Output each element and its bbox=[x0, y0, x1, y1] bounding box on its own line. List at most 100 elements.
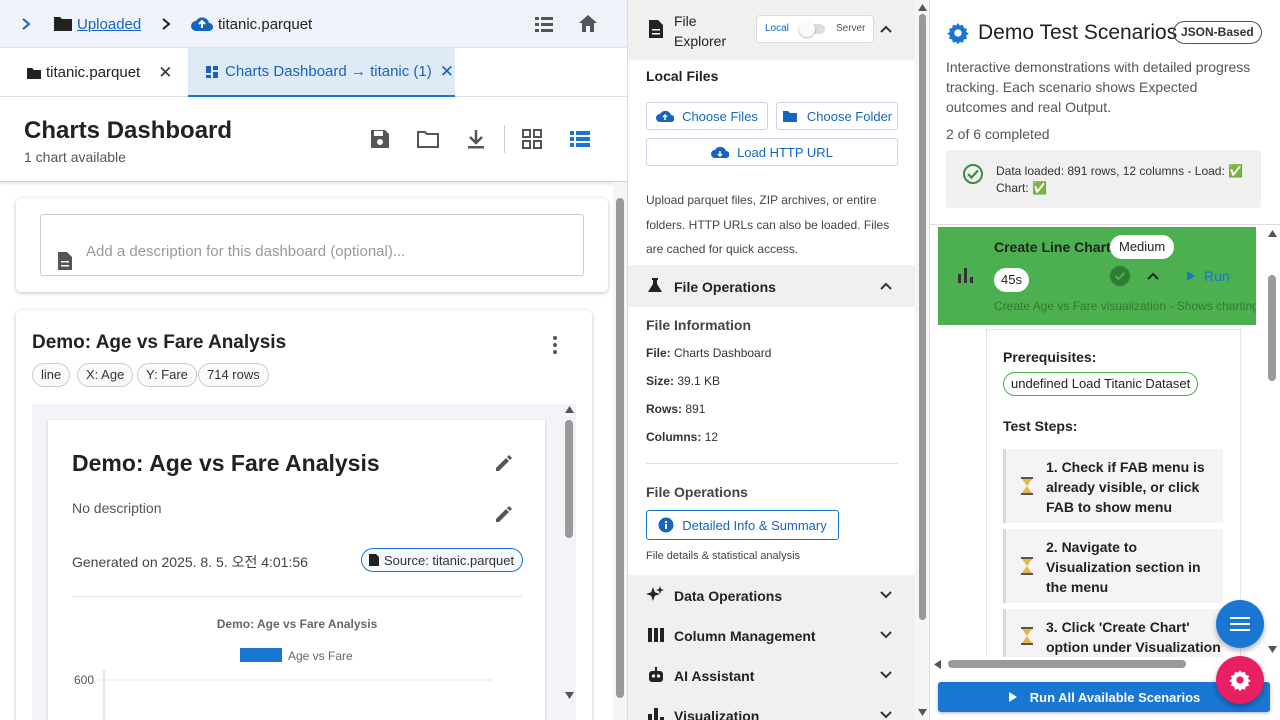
folder-icon bbox=[782, 110, 797, 122]
columns-icon bbox=[648, 628, 664, 642]
home-icon[interactable] bbox=[578, 14, 598, 33]
scrollbar-thumb[interactable] bbox=[616, 198, 624, 698]
file-operations-header[interactable]: File Operations bbox=[628, 265, 915, 307]
detailed-info-caption: File details & statistical analysis bbox=[646, 550, 801, 562]
grid-view-icon[interactable] bbox=[520, 127, 544, 151]
breadcrumb-uploaded-link[interactable]: Uploaded bbox=[77, 16, 141, 33]
scrollbar-thumb[interactable] bbox=[1268, 275, 1276, 381]
run-scenario-button[interactable]: Run bbox=[1174, 261, 1242, 291]
chevron-down-icon[interactable] bbox=[878, 587, 894, 603]
local-files-title: Local Files bbox=[646, 68, 719, 84]
scroll-down-icon[interactable] bbox=[565, 692, 574, 699]
sparkle-icon bbox=[646, 586, 664, 601]
scrollbar-thumb[interactable] bbox=[919, 14, 926, 620]
chevron-up-icon[interactable] bbox=[878, 278, 894, 294]
json-based-badge: JSON-Based bbox=[1173, 21, 1262, 44]
chart-preview-area: Demo: Age vs Fare Analysis No descriptio… bbox=[32, 404, 576, 720]
scroll-down-icon[interactable] bbox=[1268, 646, 1277, 653]
local-server-toggle[interactable]: Local Server bbox=[756, 15, 874, 43]
scrollbar-thumb[interactable] bbox=[948, 660, 1186, 668]
save-icon[interactable] bbox=[368, 127, 392, 151]
breadcrumb-file: titanic.parquet bbox=[218, 16, 313, 33]
column-management-title: Column Management bbox=[674, 628, 816, 644]
file-columns-row: Columns: 12 bbox=[646, 430, 719, 444]
chip-y-axis: Y: Fare bbox=[137, 363, 197, 387]
difficulty-badge: Medium bbox=[1110, 235, 1175, 259]
toggle-local-label: Local bbox=[765, 23, 789, 34]
tab-close-icon[interactable]: ✕ bbox=[440, 62, 454, 82]
scroll-up-icon[interactable] bbox=[1268, 230, 1277, 237]
scroll-up-icon[interactable] bbox=[918, 4, 927, 11]
play-icon bbox=[1008, 692, 1017, 702]
chevron-up-icon[interactable] bbox=[1146, 271, 1160, 281]
test-step: 1. Check if FAB menu is already visible,… bbox=[1003, 449, 1223, 523]
scrollbar-thumb[interactable] bbox=[565, 420, 573, 538]
check-circle-icon bbox=[963, 164, 983, 184]
scrollbar[interactable] bbox=[562, 404, 576, 704]
description-placeholder: Add a description for this dashboard (op… bbox=[86, 243, 406, 260]
scrollbar[interactable] bbox=[915, 0, 929, 720]
description-input[interactable]: Add a description for this dashboard (op… bbox=[40, 214, 584, 276]
file-operations-title: File Operations bbox=[674, 279, 776, 295]
cloud-download-icon bbox=[711, 146, 730, 158]
panel-intro: Interactive demonstrations with detailed… bbox=[946, 59, 1251, 115]
folder-open-icon[interactable] bbox=[416, 127, 440, 151]
horizontal-scrollbar[interactable] bbox=[930, 657, 1265, 671]
play-icon bbox=[1187, 271, 1195, 281]
scenario-card-create-line-chart[interactable]: Create Line Chart Medium 45s Run Create … bbox=[938, 227, 1256, 325]
hourglass-icon bbox=[1021, 557, 1033, 575]
edit-icon[interactable] bbox=[494, 504, 514, 524]
scroll-up-icon[interactable] bbox=[565, 406, 574, 413]
file-information-title: File Information bbox=[646, 317, 751, 333]
edit-icon[interactable] bbox=[494, 453, 514, 473]
scrollbar[interactable] bbox=[613, 182, 627, 720]
prerequisites-title: Prerequisites: bbox=[1003, 349, 1097, 365]
test-step-text: 1. Check if FAB menu is already visible,… bbox=[1046, 459, 1205, 515]
download-icon[interactable] bbox=[464, 127, 488, 151]
tab-titanic-parquet[interactable]: titanic.parquet ✕ bbox=[0, 48, 188, 97]
file-name-row: File: Charts Dashboard bbox=[646, 346, 772, 360]
visualization-header[interactable]: Visualization bbox=[628, 695, 915, 720]
detailed-info-button[interactable]: Detailed Info & Summary bbox=[646, 510, 839, 540]
chevron-down-icon[interactable] bbox=[878, 667, 894, 683]
load-http-url-button[interactable]: Load HTTP URL bbox=[646, 138, 898, 166]
left-panel: Uploaded titanic.parquet titanic.parquet… bbox=[0, 0, 628, 720]
tab-label: titanic.parquet bbox=[46, 64, 141, 81]
ai-assistant-header[interactable]: AI Assistant bbox=[628, 655, 915, 695]
scroll-down-icon[interactable] bbox=[918, 709, 927, 716]
tab-charts-dashboard[interactable]: Charts Dashboard → titanic (1) ✕ bbox=[188, 48, 455, 97]
scrollbar[interactable] bbox=[1265, 225, 1280, 657]
choose-files-button[interactable]: Choose Files bbox=[646, 102, 768, 130]
chevron-down-icon[interactable] bbox=[878, 707, 894, 720]
chip-chart-type: line bbox=[32, 363, 71, 387]
chart-card: Demo: Age vs Fare Analysis line X: Age Y… bbox=[16, 310, 592, 720]
scroll-left-icon[interactable] bbox=[934, 660, 941, 669]
file-explorer-header: File Explorer Local Server bbox=[628, 0, 915, 60]
chevron-down-icon[interactable] bbox=[878, 627, 894, 643]
data-operations-title: Data Operations bbox=[674, 588, 783, 604]
column-management-header[interactable]: Column Management bbox=[628, 615, 915, 655]
data-operations-header[interactable]: Data Operations bbox=[628, 575, 915, 615]
duration-badge: 45s bbox=[994, 268, 1029, 292]
document-icon bbox=[369, 554, 379, 566]
report-description: No description bbox=[72, 500, 162, 516]
tab-close-icon[interactable]: ✕ bbox=[158, 63, 172, 83]
page-title: Charts Dashboard bbox=[24, 117, 233, 144]
choose-folder-button[interactable]: Choose Folder bbox=[776, 102, 898, 130]
chevron-up-icon[interactable] bbox=[878, 21, 894, 37]
check-circle-icon bbox=[1110, 266, 1130, 286]
test-steps-title: Test Steps: bbox=[1003, 418, 1078, 434]
dashboard-header: Charts Dashboard 1 chart available bbox=[0, 97, 627, 182]
document-icon bbox=[58, 252, 72, 270]
dashboard-icon bbox=[206, 65, 218, 78]
more-vert-icon[interactable] bbox=[552, 335, 558, 355]
chart-count: 1 chart available bbox=[24, 149, 126, 165]
legend-swatch bbox=[240, 648, 282, 662]
fab-settings-button[interactable] bbox=[1216, 656, 1264, 704]
list-view-icon[interactable] bbox=[568, 127, 592, 151]
list-view-icon[interactable] bbox=[534, 15, 554, 33]
fab-menu-button[interactable] bbox=[1216, 600, 1264, 648]
toggle-thumb[interactable] bbox=[799, 21, 815, 37]
chevron-right-icon[interactable] bbox=[20, 17, 32, 31]
report-title: Demo: Age vs Fare Analysis bbox=[72, 450, 380, 476]
